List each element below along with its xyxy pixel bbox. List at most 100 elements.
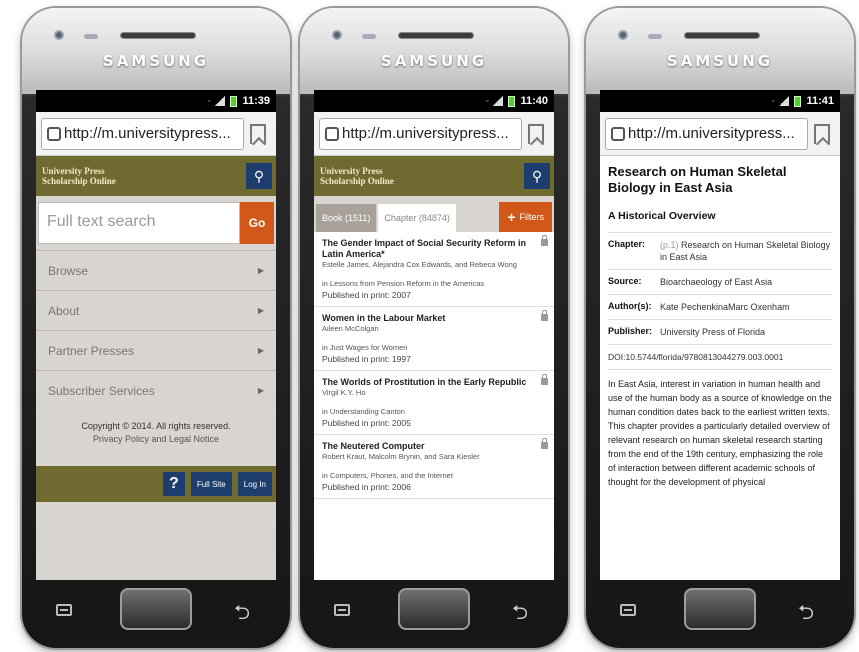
chapter-detail: Research on Human Skeletal Biology in Ea… <box>600 156 840 497</box>
bookmark-icon[interactable] <box>814 123 830 144</box>
lock-icon <box>541 374 548 385</box>
phone-2: SAMSUNG ▫ 11:40 http://m.universitypress… <box>300 8 568 648</box>
nav-item-subscriber-services[interactable]: Subscriber Services ▶ <box>36 370 276 410</box>
result-title[interactable]: The Neutered Computer <box>322 441 548 452</box>
brand-logo: SAMSUNG <box>380 52 488 70</box>
page-number: (p.1) <box>660 240 679 250</box>
copyright-block: Copyright © 2014. All rights reserved. P… <box>36 410 276 446</box>
log-in-button[interactable]: Log In <box>237 472 272 496</box>
page-icon <box>611 126 625 141</box>
menu-key-icon[interactable] <box>334 604 350 616</box>
url-field[interactable]: http://m.universitypress... <box>319 117 522 150</box>
empty-area <box>36 502 276 580</box>
chapter-subtitle: A Historical Overview <box>608 210 716 222</box>
signal-icon <box>493 96 504 106</box>
battery-icon <box>508 95 516 107</box>
footer-bar: ? Full Site Log In <box>36 466 276 502</box>
status-bar: ▫ 11:41 <box>600 90 840 112</box>
speaker <box>398 32 474 39</box>
logo-line-1: University Press <box>320 166 383 176</box>
site-logo[interactable]: University Press Scholarship Online <box>320 166 394 186</box>
meta-source: Source: Bioarchaeology of East Asia <box>608 269 832 294</box>
sensor <box>648 34 662 39</box>
result-title[interactable]: The Gender Impact of Social Security Ref… <box>322 238 548 260</box>
chevron-right-icon: ▶ <box>257 346 264 355</box>
browser-url-bar: http://m.universitypress... <box>36 112 276 156</box>
nav-list: Browse ▶ About ▶ Partner Presses ▶ Subscrib… <box>36 250 276 410</box>
status-time: 11:41 <box>806 95 834 107</box>
status-time: 11:40 <box>520 95 548 107</box>
result-authors: Virgil K.Y. Ho <box>322 388 366 397</box>
tab-book[interactable]: Book (1511) <box>316 204 377 232</box>
tab-chapter[interactable]: Chapter (84874) <box>378 204 456 232</box>
meta-key: Publisher: <box>608 326 653 336</box>
url-text: http://m.universitypress... <box>64 125 231 142</box>
nav-label: Subscriber Services <box>48 383 155 398</box>
sensor <box>84 34 98 39</box>
result-title[interactable]: Women in the Labour Market <box>322 313 548 324</box>
meta-key: Chapter: <box>608 239 646 249</box>
results-tabs: Book (1511) Chapter (84874) + Filters <box>314 196 554 232</box>
page-icon <box>47 126 61 141</box>
result-source: in Understanding Canton <box>322 407 405 416</box>
menu-key-icon[interactable] <box>56 604 72 616</box>
meta-key: Author(s): <box>608 301 652 311</box>
browser-url-bar: http://m.universitypress... <box>600 112 840 156</box>
meta-value[interactable]: Bioarchaeology of East Asia <box>660 276 772 288</box>
url-field[interactable]: http://m.universitypress... <box>605 117 808 150</box>
phone-top: SAMSUNG <box>22 8 290 94</box>
camera-icon <box>618 30 628 40</box>
result-source: in Lessons from Pension Reform in the Am… <box>322 279 485 288</box>
screen: ▫ 11:41 http://m.universitypress... Rese… <box>600 90 840 580</box>
screen: ▫ 11:39 http://m.universitypress... Univ… <box>36 90 276 580</box>
url-text: http://m.universitypress... <box>342 125 509 142</box>
back-key-icon[interactable]: ⮌ <box>512 598 528 632</box>
go-button[interactable]: Go <box>240 202 274 244</box>
list-item[interactable]: The Gender Impact of Social Security Ref… <box>314 232 554 307</box>
meta-authors: Author(s): Kate PechenkinaMarc Oxenham <box>608 294 832 319</box>
result-published: Published in print: 2007 <box>322 290 411 300</box>
results-list: The Gender Impact of Social Security Ref… <box>314 232 554 499</box>
search-icon[interactable]: ⚲ <box>246 163 272 189</box>
meta-value: University Press of Florida <box>660 327 766 337</box>
meta-publisher: Publisher: University Press of Florida <box>608 319 832 344</box>
site-logo[interactable]: University Press Scholarship Online <box>42 166 116 186</box>
menu-key-icon[interactable] <box>620 604 636 616</box>
phone-bottom: ⮌ <box>22 578 290 648</box>
result-published: Published in print: 2005 <box>322 418 411 428</box>
home-button[interactable] <box>684 588 756 630</box>
privacy-policy-link[interactable]: Privacy Policy and Legal Notice <box>36 433 276 446</box>
list-item[interactable]: The Worlds of Prostitution in the Early … <box>314 371 554 435</box>
filters-label: Filters <box>519 212 545 222</box>
url-field[interactable]: http://m.universitypress... <box>41 117 244 150</box>
back-key-icon[interactable]: ⮌ <box>798 598 814 632</box>
home-button[interactable] <box>120 588 192 630</box>
result-published: Published in print: 2006 <box>322 482 411 492</box>
back-key-icon[interactable]: ⮌ <box>234 598 250 632</box>
brand-logo: SAMSUNG <box>102 52 210 70</box>
camera-icon <box>54 30 64 40</box>
bookmark-icon[interactable] <box>250 123 266 144</box>
result-authors: Estelle James, Alejandra Cox Edwards, an… <box>322 260 517 269</box>
list-item[interactable]: Women in the Labour Market Aileen McColg… <box>314 307 554 371</box>
phone-3: SAMSUNG ▫ 11:41 http://m.universitypress… <box>586 8 854 648</box>
list-item[interactable]: The Neutered Computer Robert Kraut, Malc… <box>314 435 554 499</box>
result-title[interactable]: The Worlds of Prostitution in the Early … <box>322 377 548 388</box>
nav-item-about[interactable]: About ▶ <box>36 290 276 330</box>
chapter-title: Research on Human Skeletal Biology in Ea… <box>608 164 787 195</box>
search-icon[interactable]: ⚲ <box>524 163 550 189</box>
nav-item-partner-presses[interactable]: Partner Presses ▶ <box>36 330 276 370</box>
bookmark-icon[interactable] <box>528 123 544 144</box>
home-button[interactable] <box>398 588 470 630</box>
filters-button[interactable]: + Filters <box>499 202 552 232</box>
logo-line-2: Scholarship Online <box>320 176 394 186</box>
chevron-right-icon: ▶ <box>257 266 264 275</box>
full-site-button[interactable]: Full Site <box>190 472 232 496</box>
search-input[interactable]: Full text search <box>38 202 240 244</box>
status-bar: ▫ 11:40 <box>314 90 554 112</box>
help-button[interactable]: ? <box>162 472 185 496</box>
doi: DOI:10.5744/florida/9780813044279.003.00… <box>608 344 832 369</box>
site-header: University Press Scholarship Online ⚲ <box>36 156 276 196</box>
nav-item-browse[interactable]: Browse ▶ <box>36 250 276 290</box>
network-icon: ▫ <box>771 97 775 105</box>
